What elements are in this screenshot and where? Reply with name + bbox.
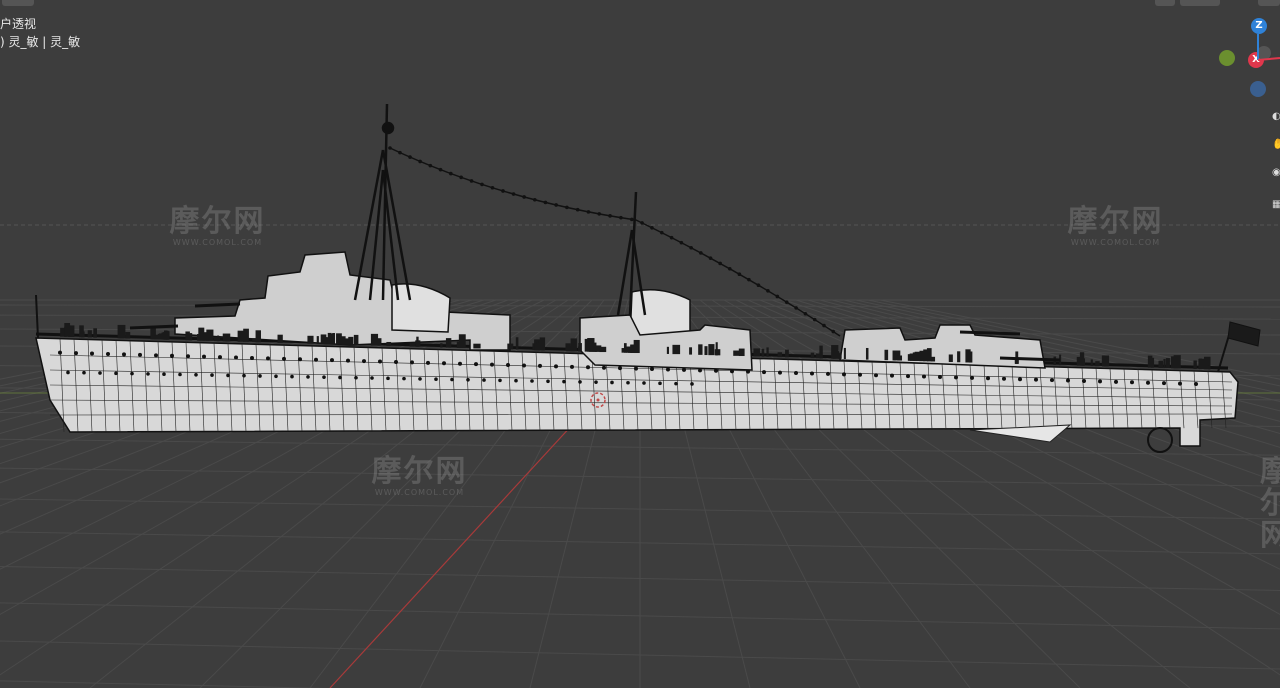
header-tab-right-3[interactable]	[1258, 0, 1280, 6]
forward-mast	[353, 103, 412, 301]
hand-icon[interactable]: ✋	[1272, 140, 1280, 150]
header-tab-left[interactable]	[2, 0, 34, 6]
3d-viewport[interactable]: 户透视 ) 灵_敏 | 灵_敏 Z X ◐ ✋ ◉ ▦ 摩尔网 WWW.COMOL…	[0, 0, 1280, 688]
header-tab-right-2[interactable]	[1180, 0, 1220, 6]
aft-structure	[839, 324, 1046, 369]
object-label: ) 灵_敏 | 灵_敏	[0, 35, 81, 49]
header-tab-right-1[interactable]	[1155, 0, 1175, 6]
gizmo-lines	[1257, 34, 1280, 61]
ensign-flag	[1227, 321, 1261, 347]
viewport-canvas[interactable]	[0, 0, 1280, 688]
view-label: 户透视	[0, 17, 37, 31]
y-axis-line	[329, 397, 598, 688]
grid-icon[interactable]: ▦	[1272, 200, 1280, 210]
ship-model[interactable]	[35, 103, 1261, 453]
forward-funnel	[391, 283, 451, 333]
jack-staff	[35, 294, 39, 339]
zoom-icon[interactable]: ◐	[1272, 112, 1280, 122]
camera-icon[interactable]: ◉	[1272, 168, 1280, 178]
aft-mast	[616, 191, 647, 316]
